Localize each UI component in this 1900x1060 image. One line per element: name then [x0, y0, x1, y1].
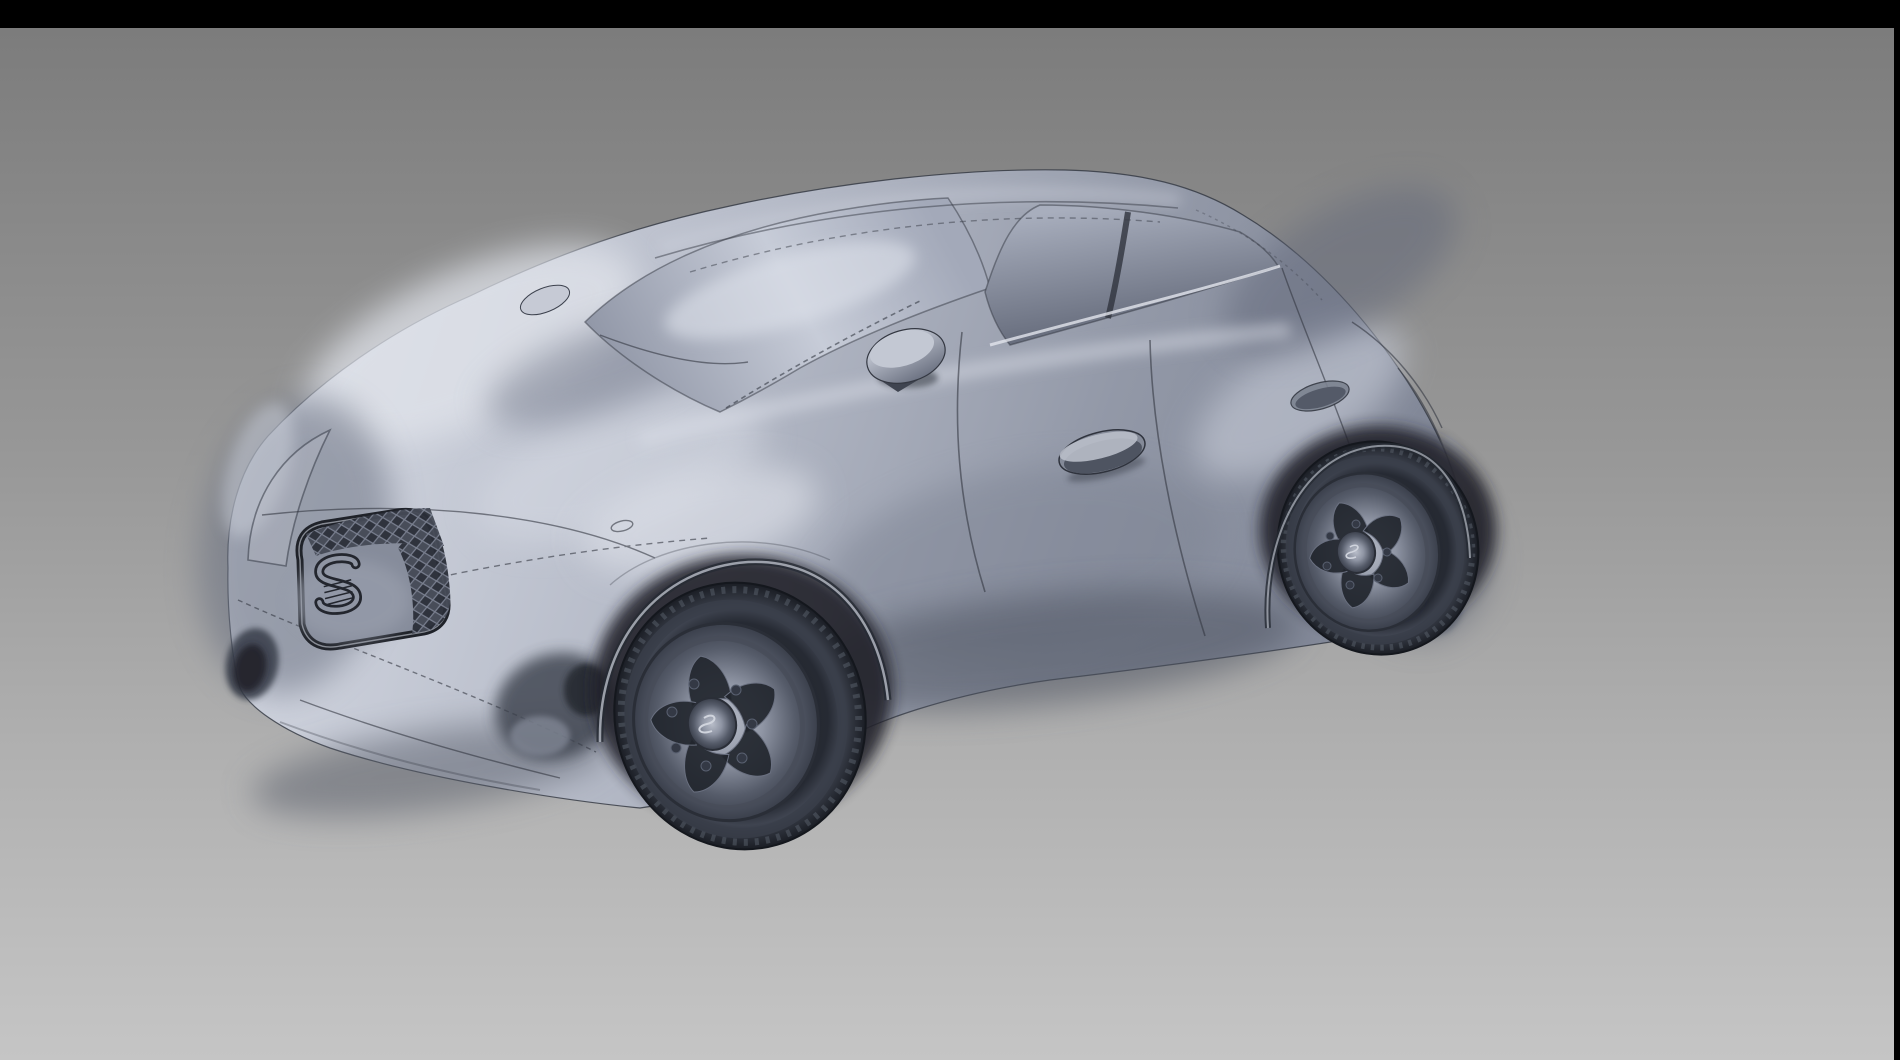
- screenshot-root: [0, 0, 1900, 1060]
- grille: [290, 508, 450, 647]
- front-wheel: [583, 553, 897, 880]
- right-letterbox-bar: [1894, 0, 1900, 1060]
- cad-viewport[interactable]: [0, 28, 1894, 1060]
- top-letterbox-bar: [0, 0, 1900, 28]
- car-3d-model[interactable]: [0, 0, 1900, 1060]
